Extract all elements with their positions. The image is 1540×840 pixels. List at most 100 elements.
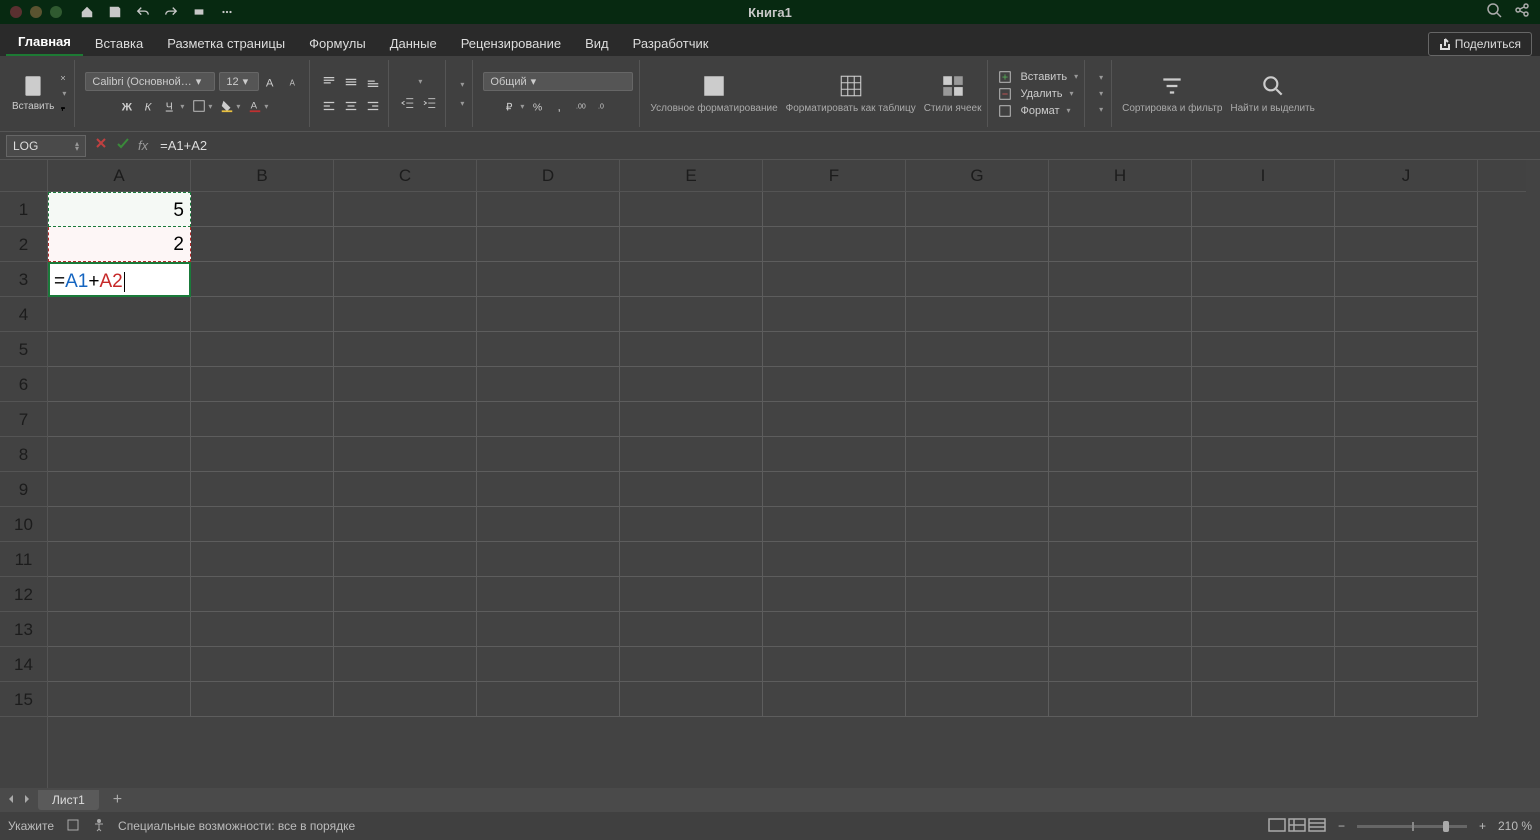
- underline-icon[interactable]: Ч: [162, 97, 186, 115]
- cell-E10[interactable]: [620, 507, 763, 542]
- col-header-C[interactable]: C: [334, 160, 477, 191]
- fx-icon[interactable]: fx: [138, 138, 148, 153]
- cell-I6[interactable]: [1192, 367, 1335, 402]
- tab-home[interactable]: Главная: [6, 29, 83, 56]
- cell-I11[interactable]: [1192, 542, 1335, 577]
- cell-C9[interactable]: [334, 472, 477, 507]
- cell-D2[interactable]: [477, 227, 620, 262]
- cell-J4[interactable]: [1335, 297, 1478, 332]
- cell-E13[interactable]: [620, 612, 763, 647]
- align-top-icon[interactable]: [320, 73, 338, 91]
- cell-F4[interactable]: [763, 297, 906, 332]
- cell-C11[interactable]: [334, 542, 477, 577]
- col-header-D[interactable]: D: [477, 160, 620, 191]
- cell-C3[interactable]: [334, 262, 477, 297]
- select-all-corner[interactable]: [0, 160, 48, 192]
- delete-cells-button[interactable]: Удалить▾: [998, 87, 1073, 101]
- cell-B9[interactable]: [191, 472, 334, 507]
- cell-I14[interactable]: [1192, 647, 1335, 682]
- conditional-formatting-button[interactable]: Условное форматирование: [650, 73, 777, 114]
- cell-E9[interactable]: [620, 472, 763, 507]
- cell-C7[interactable]: [334, 402, 477, 437]
- cancel-formula-icon[interactable]: [94, 136, 108, 155]
- row-header-15[interactable]: 15: [0, 682, 47, 717]
- row-header-6[interactable]: 6: [0, 367, 47, 402]
- cell-H10[interactable]: [1049, 507, 1192, 542]
- cell-H5[interactable]: [1049, 332, 1192, 367]
- cell-B15[interactable]: [191, 682, 334, 717]
- zoom-value[interactable]: 210 %: [1498, 819, 1532, 833]
- cell-C2[interactable]: [334, 227, 477, 262]
- cell-I10[interactable]: [1192, 507, 1335, 542]
- cell-C12[interactable]: [334, 577, 477, 612]
- cell-B1[interactable]: [191, 192, 334, 227]
- cell-D9[interactable]: [477, 472, 620, 507]
- wrap-text-icon[interactable]: [456, 78, 466, 91]
- cell-D11[interactable]: [477, 542, 620, 577]
- row-header-2[interactable]: 2: [0, 227, 47, 262]
- normal-view-icon[interactable]: [1268, 818, 1286, 835]
- cell-E4[interactable]: [620, 297, 763, 332]
- sheet-tab-active[interactable]: Лист1: [38, 790, 99, 810]
- cell-G9[interactable]: [906, 472, 1049, 507]
- cell-H2[interactable]: [1049, 227, 1192, 262]
- col-header-B[interactable]: B: [191, 160, 334, 191]
- cell-C1[interactable]: [334, 192, 477, 227]
- cell-F6[interactable]: [763, 367, 906, 402]
- cell-I2[interactable]: [1192, 227, 1335, 262]
- cell-H11[interactable]: [1049, 542, 1192, 577]
- cell-C8[interactable]: [334, 437, 477, 472]
- cell-A8[interactable]: [48, 437, 191, 472]
- tab-data[interactable]: Данные: [378, 31, 449, 56]
- cell-D8[interactable]: [477, 437, 620, 472]
- cell-B14[interactable]: [191, 647, 334, 682]
- cell-A13[interactable]: [48, 612, 191, 647]
- cell-G13[interactable]: [906, 612, 1049, 647]
- align-bottom-icon[interactable]: [364, 73, 382, 91]
- sort-filter-button[interactable]: Сортировка и фильтр: [1122, 73, 1222, 114]
- cell-D10[interactable]: [477, 507, 620, 542]
- tab-page-layout[interactable]: Разметка страницы: [155, 31, 297, 56]
- cell-B12[interactable]: [191, 577, 334, 612]
- autosum-icon[interactable]: Σ: [1095, 71, 1105, 84]
- cell-E12[interactable]: [620, 577, 763, 612]
- cell-F3[interactable]: [763, 262, 906, 297]
- cell-H6[interactable]: [1049, 367, 1192, 402]
- add-sheet-button[interactable]: +: [105, 791, 130, 809]
- increase-indent-icon[interactable]: [421, 94, 439, 112]
- cell-A6[interactable]: [48, 367, 191, 402]
- cell-G4[interactable]: [906, 297, 1049, 332]
- cell-B8[interactable]: [191, 437, 334, 472]
- cell-D12[interactable]: [477, 577, 620, 612]
- cell-D5[interactable]: [477, 332, 620, 367]
- cell-J8[interactable]: [1335, 437, 1478, 472]
- cell-G3[interactable]: [906, 262, 1049, 297]
- row-header-13[interactable]: 13: [0, 612, 47, 647]
- name-box[interactable]: LOG ▴▾: [6, 135, 86, 157]
- row-header-4[interactable]: 4: [0, 297, 47, 332]
- cell-B13[interactable]: [191, 612, 334, 647]
- cell-styles-button[interactable]: Стили ячеек: [924, 73, 982, 114]
- cell-I7[interactable]: [1192, 402, 1335, 437]
- copy-icon[interactable]: [58, 87, 68, 100]
- cell-G12[interactable]: [906, 577, 1049, 612]
- cell-F14[interactable]: [763, 647, 906, 682]
- cell-I13[interactable]: [1192, 612, 1335, 647]
- cell-A7[interactable]: [48, 402, 191, 437]
- cell-J6[interactable]: [1335, 367, 1478, 402]
- cells-area[interactable]: [48, 192, 1526, 788]
- cell-I8[interactable]: [1192, 437, 1335, 472]
- col-header-E[interactable]: E: [620, 160, 763, 191]
- cell-I5[interactable]: [1192, 332, 1335, 367]
- cell-D1[interactable]: [477, 192, 620, 227]
- align-middle-icon[interactable]: [342, 73, 360, 91]
- share-titlebar-icon[interactable]: [1514, 2, 1530, 23]
- col-header-H[interactable]: H: [1049, 160, 1192, 191]
- row-header-8[interactable]: 8: [0, 437, 47, 472]
- col-header-G[interactable]: G: [906, 160, 1049, 191]
- macro-record-icon[interactable]: [66, 818, 80, 835]
- format-cells-button[interactable]: Формат▾: [998, 104, 1070, 118]
- cell-D13[interactable]: [477, 612, 620, 647]
- cell-D4[interactable]: [477, 297, 620, 332]
- cell-D3[interactable]: [477, 262, 620, 297]
